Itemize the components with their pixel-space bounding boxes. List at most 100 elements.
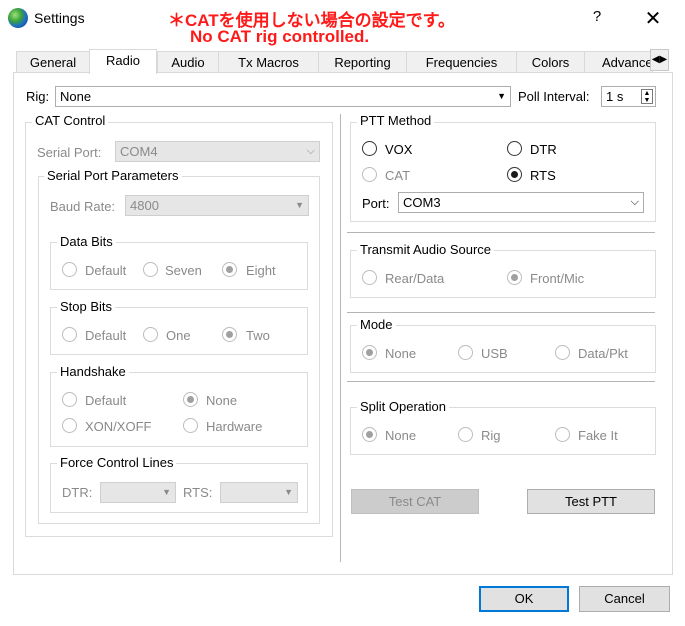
split-none-radio[interactable] xyxy=(362,427,377,442)
data-bits-default-label: Default xyxy=(85,263,127,278)
poll-interval-spinbox[interactable]: 1 s ▲ ▼ xyxy=(601,86,656,107)
test-cat-button[interactable]: Test CAT xyxy=(351,489,479,514)
spin-arrows-icon[interactable]: ▲ ▼ xyxy=(641,89,653,104)
handshake-none-label: None xyxy=(206,393,238,408)
help-button[interactable]: ? xyxy=(584,8,610,30)
ptt-port-select[interactable]: COM3 ⌵ xyxy=(398,192,644,213)
mode-none-radio[interactable] xyxy=(362,345,377,360)
tx-audio-rear-data-label: Rear/Data xyxy=(385,271,445,286)
ptt-dtr-radio[interactable] xyxy=(507,141,522,156)
ok-button[interactable]: OK xyxy=(479,586,569,612)
handshake-default-radio[interactable] xyxy=(62,392,77,407)
serial-port-label: Serial Port: xyxy=(37,145,102,160)
tx-audio-front-mic-label: Front/Mic xyxy=(530,271,585,286)
split-fake-it-label: Fake It xyxy=(578,428,618,443)
data-bits-seven-label: Seven xyxy=(165,263,202,278)
tab-colors[interactable]: Colors xyxy=(516,51,585,73)
rig-select[interactable]: None ▼ xyxy=(55,86,511,107)
ptt-cat-label: CAT xyxy=(385,168,411,183)
stop-bits-one-label: One xyxy=(166,328,191,343)
close-icon[interactable]: ✕ xyxy=(640,6,666,30)
stop-bits-title: Stop Bits xyxy=(57,299,116,314)
handshake-hardware-label: Hardware xyxy=(206,419,263,434)
baud-rate-select[interactable]: 4800 ▼ xyxy=(125,195,309,216)
rig-value: None xyxy=(60,89,92,104)
baud-rate-value: 4800 xyxy=(130,198,159,213)
handshake-title: Handshake xyxy=(57,364,129,379)
ptt-dtr-label: DTR xyxy=(530,142,557,157)
separator xyxy=(347,232,655,233)
handshake-xonxoff-radio[interactable] xyxy=(62,418,77,433)
data-bits-title: Data Bits xyxy=(57,234,116,249)
data-bits-eight-radio[interactable] xyxy=(222,262,237,277)
separator xyxy=(347,381,655,382)
split-none-label: None xyxy=(385,428,417,443)
chevron-down-icon: ▼ xyxy=(497,91,506,101)
chevron-down-icon: ▼ xyxy=(295,200,304,210)
vertical-divider xyxy=(340,114,341,562)
mode-usb-label: USB xyxy=(481,346,508,361)
handshake-none-radio[interactable] xyxy=(183,392,198,407)
tab-advanced[interactable]: Advanced xyxy=(584,51,653,73)
split-rig-radio[interactable] xyxy=(458,427,473,442)
dtr-label: DTR: xyxy=(62,485,93,500)
separator xyxy=(347,312,655,313)
rts-select[interactable]: ▼ xyxy=(220,482,298,503)
cancel-button[interactable]: Cancel xyxy=(579,586,670,612)
serial-port-params-title: Serial Port Parameters xyxy=(44,168,182,183)
ptt-method-title: PTT Method xyxy=(357,113,435,128)
handshake-default-label: Default xyxy=(85,393,127,408)
data-bits-seven-radio[interactable] xyxy=(143,262,158,277)
data-bits-default-radio[interactable] xyxy=(62,262,77,277)
ptt-vox-radio[interactable] xyxy=(362,141,377,156)
test-ptt-button[interactable]: Test PTT xyxy=(527,489,655,514)
mode-data-pkt-label: Data/Pkt xyxy=(578,346,628,361)
mode-data-pkt-radio[interactable] xyxy=(555,345,570,360)
chevron-down-icon: ⌵ xyxy=(630,196,639,208)
rig-label: Rig: xyxy=(26,89,50,104)
poll-interval-label: Poll Interval: xyxy=(518,89,590,104)
chevron-down-icon: ▼ xyxy=(284,487,293,497)
tx-audio-rear-data-radio[interactable] xyxy=(362,270,377,285)
ptt-vox-label: VOX xyxy=(385,142,413,157)
cat-control-title: CAT Control xyxy=(32,113,109,128)
mode-usb-radio[interactable] xyxy=(458,345,473,360)
tx-audio-front-mic-radio[interactable] xyxy=(507,270,522,285)
split-operation-title: Split Operation xyxy=(357,399,449,414)
stop-bits-default-label: Default xyxy=(85,328,127,343)
stop-bits-two-label: Two xyxy=(246,328,270,343)
tab-scroll-arrows[interactable]: ◀▶ xyxy=(650,49,669,71)
dtr-select[interactable]: ▼ xyxy=(100,482,176,503)
baud-rate-label: Baud Rate: xyxy=(50,199,116,214)
tab-frequencies[interactable]: Frequencies xyxy=(406,51,517,73)
ptt-cat-radio[interactable] xyxy=(362,167,377,182)
handshake-hardware-radio[interactable] xyxy=(183,418,198,433)
stop-bits-default-radio[interactable] xyxy=(62,327,77,342)
force-control-lines-title: Force Control Lines xyxy=(57,455,177,470)
serial-port-select[interactable]: COM4 ⌵ xyxy=(115,141,320,162)
transmit-audio-source-title: Transmit Audio Source xyxy=(357,242,495,257)
ptt-port-label: Port: xyxy=(362,196,390,211)
handshake-group xyxy=(50,372,308,447)
tab-radio[interactable]: Radio xyxy=(89,49,157,74)
tab-audio[interactable]: Audio xyxy=(157,51,219,73)
ptt-rts-label: RTS xyxy=(530,168,556,183)
poll-interval-value: 1 s xyxy=(606,89,624,104)
data-bits-eight-label: Eight xyxy=(246,263,276,278)
ptt-rts-radio[interactable] xyxy=(507,167,522,182)
mode-none-label: None xyxy=(385,346,417,361)
app-globe-icon xyxy=(8,8,28,28)
split-rig-label: Rig xyxy=(481,428,501,443)
annotation-line-2: No CAT rig controlled. xyxy=(190,27,370,46)
stop-bits-one-radio[interactable] xyxy=(143,327,158,342)
tab-tx-macros[interactable]: Tx Macros xyxy=(218,51,319,73)
split-fake-it-radio[interactable] xyxy=(555,427,570,442)
chevron-down-icon: ⌵ xyxy=(306,145,315,157)
ptt-port-value: COM3 xyxy=(403,195,441,210)
mode-title: Mode xyxy=(357,317,396,332)
stop-bits-two-radio[interactable] xyxy=(222,327,237,342)
rts-label: RTS: xyxy=(183,485,213,500)
chevron-down-icon: ▼ xyxy=(162,487,171,497)
tab-general[interactable]: General xyxy=(16,51,90,73)
tab-reporting[interactable]: Reporting xyxy=(318,51,407,73)
